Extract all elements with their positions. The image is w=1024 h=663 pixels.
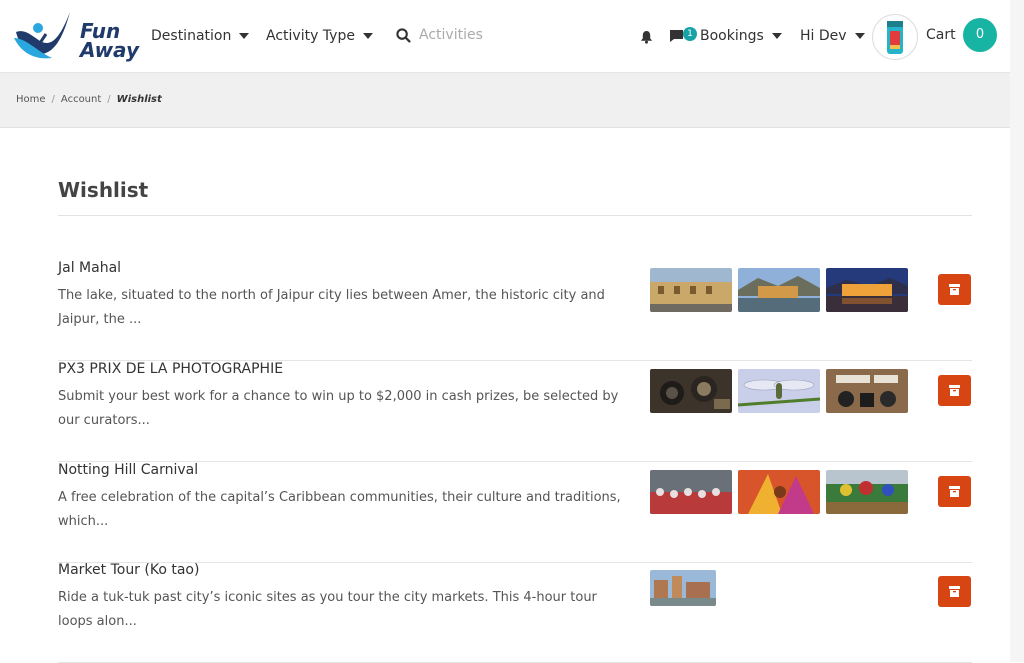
nav-activity-type-label: Activity Type xyxy=(266,28,355,44)
wishlist-item: Jal Mahal The lake, situated to the nort… xyxy=(58,260,972,361)
avatar-image xyxy=(887,21,903,54)
delete-button[interactable] xyxy=(938,375,971,406)
item-gallery xyxy=(650,470,908,514)
search-placeholder: Activities xyxy=(419,27,483,43)
bell-icon[interactable] xyxy=(640,30,653,44)
carnival-float-thumbnail[interactable] xyxy=(826,470,908,514)
nav-destination[interactable]: Destination xyxy=(151,28,250,44)
wishlist-item: Market Tour (Ko tao) Ride a tuk-tuk past… xyxy=(58,562,972,663)
palace-courtyard-thumbnail[interactable] xyxy=(650,268,732,312)
breadcrumb-home[interactable]: Home xyxy=(16,94,46,105)
palace-lake-night-thumbnail[interactable] xyxy=(826,268,908,312)
divider xyxy=(58,215,972,216)
activities-search[interactable]: Activities xyxy=(396,27,483,43)
wishlist-item: PX3 PRIX DE LA PHOTOGRAPHIE Submit your … xyxy=(58,361,972,462)
palace-lake-day-thumbnail[interactable] xyxy=(738,268,820,312)
brand-logo[interactable]: Fun Away xyxy=(12,8,139,66)
avatar[interactable] xyxy=(872,14,918,60)
logo-swoosh-icon xyxy=(14,12,70,59)
trash-icon xyxy=(949,486,960,497)
trash-icon xyxy=(949,586,960,597)
page-scrollbar[interactable] xyxy=(1010,0,1024,662)
item-title[interactable]: Notting Hill Carnival xyxy=(58,462,198,478)
chevron-down-icon xyxy=(854,33,865,39)
bookings-label: Bookings xyxy=(700,28,764,44)
item-gallery xyxy=(650,369,908,413)
chevron-down-icon xyxy=(239,33,250,39)
bookings-badge: 1 xyxy=(683,27,697,41)
delete-button[interactable] xyxy=(938,576,971,607)
item-title[interactable]: Jal Mahal xyxy=(58,260,121,276)
carnival-parade-crowd-thumbnail[interactable] xyxy=(650,470,732,514)
camera-lenses-thumbnail[interactable] xyxy=(650,369,732,413)
item-gallery xyxy=(650,570,716,606)
brand-wordmark: Fun Away xyxy=(80,21,139,62)
insect-macro-thumbnail[interactable] xyxy=(738,369,820,413)
camera-gear-flatlay-thumbnail[interactable] xyxy=(826,369,908,413)
breadcrumb-separator: / xyxy=(51,94,55,105)
cart-link[interactable]: Cart xyxy=(926,27,956,43)
item-description: A free celebration of the capital’s Cari… xyxy=(58,490,621,529)
page-title: Wishlist xyxy=(58,178,149,202)
item-description: The lake, situated to the north of Jaipu… xyxy=(58,288,605,327)
wishlist-item: Notting Hill Carnival A free celebration… xyxy=(58,462,972,563)
item-title[interactable]: PX3 PRIX DE LA PHOTOGRAPHIE xyxy=(58,361,283,377)
bookings-dropdown[interactable]: Bookings xyxy=(700,28,782,44)
breadcrumb-separator: / xyxy=(107,94,111,105)
delete-button[interactable] xyxy=(938,274,971,305)
user-menu[interactable]: Hi Dev xyxy=(800,28,865,44)
item-title[interactable]: Market Tour (Ko tao) xyxy=(58,562,199,578)
cart-count-badge[interactable]: 0 xyxy=(963,18,997,52)
item-gallery xyxy=(650,268,908,312)
trash-icon xyxy=(949,385,960,396)
item-description: Ride a tuk-tuk past city’s iconic sites … xyxy=(58,590,597,629)
chevron-down-icon xyxy=(362,33,373,39)
search-icon xyxy=(396,27,411,43)
carnival-costume-thumbnail[interactable] xyxy=(738,470,820,514)
top-navbar: Fun Away Destination Activity Type Activ… xyxy=(0,0,1024,73)
city-square-thumbnail[interactable] xyxy=(650,570,716,606)
brand-line-2: Away xyxy=(80,38,139,62)
chevron-down-icon xyxy=(771,33,782,39)
user-greeting: Hi Dev xyxy=(800,28,847,44)
breadcrumb-current: Wishlist xyxy=(116,94,162,105)
chat-icon xyxy=(670,30,683,42)
breadcrumb: Home / Account / Wishlist xyxy=(16,94,162,105)
delete-button[interactable] xyxy=(938,476,971,507)
nav-activity-type[interactable]: Activity Type xyxy=(266,28,373,44)
nav-destination-label: Destination xyxy=(151,28,232,44)
trash-icon xyxy=(949,284,960,295)
breadcrumb-bar: Home / Account / Wishlist xyxy=(0,73,1024,128)
breadcrumb-account[interactable]: Account xyxy=(61,94,101,105)
item-description: Submit your best work for a chance to wi… xyxy=(58,389,619,428)
